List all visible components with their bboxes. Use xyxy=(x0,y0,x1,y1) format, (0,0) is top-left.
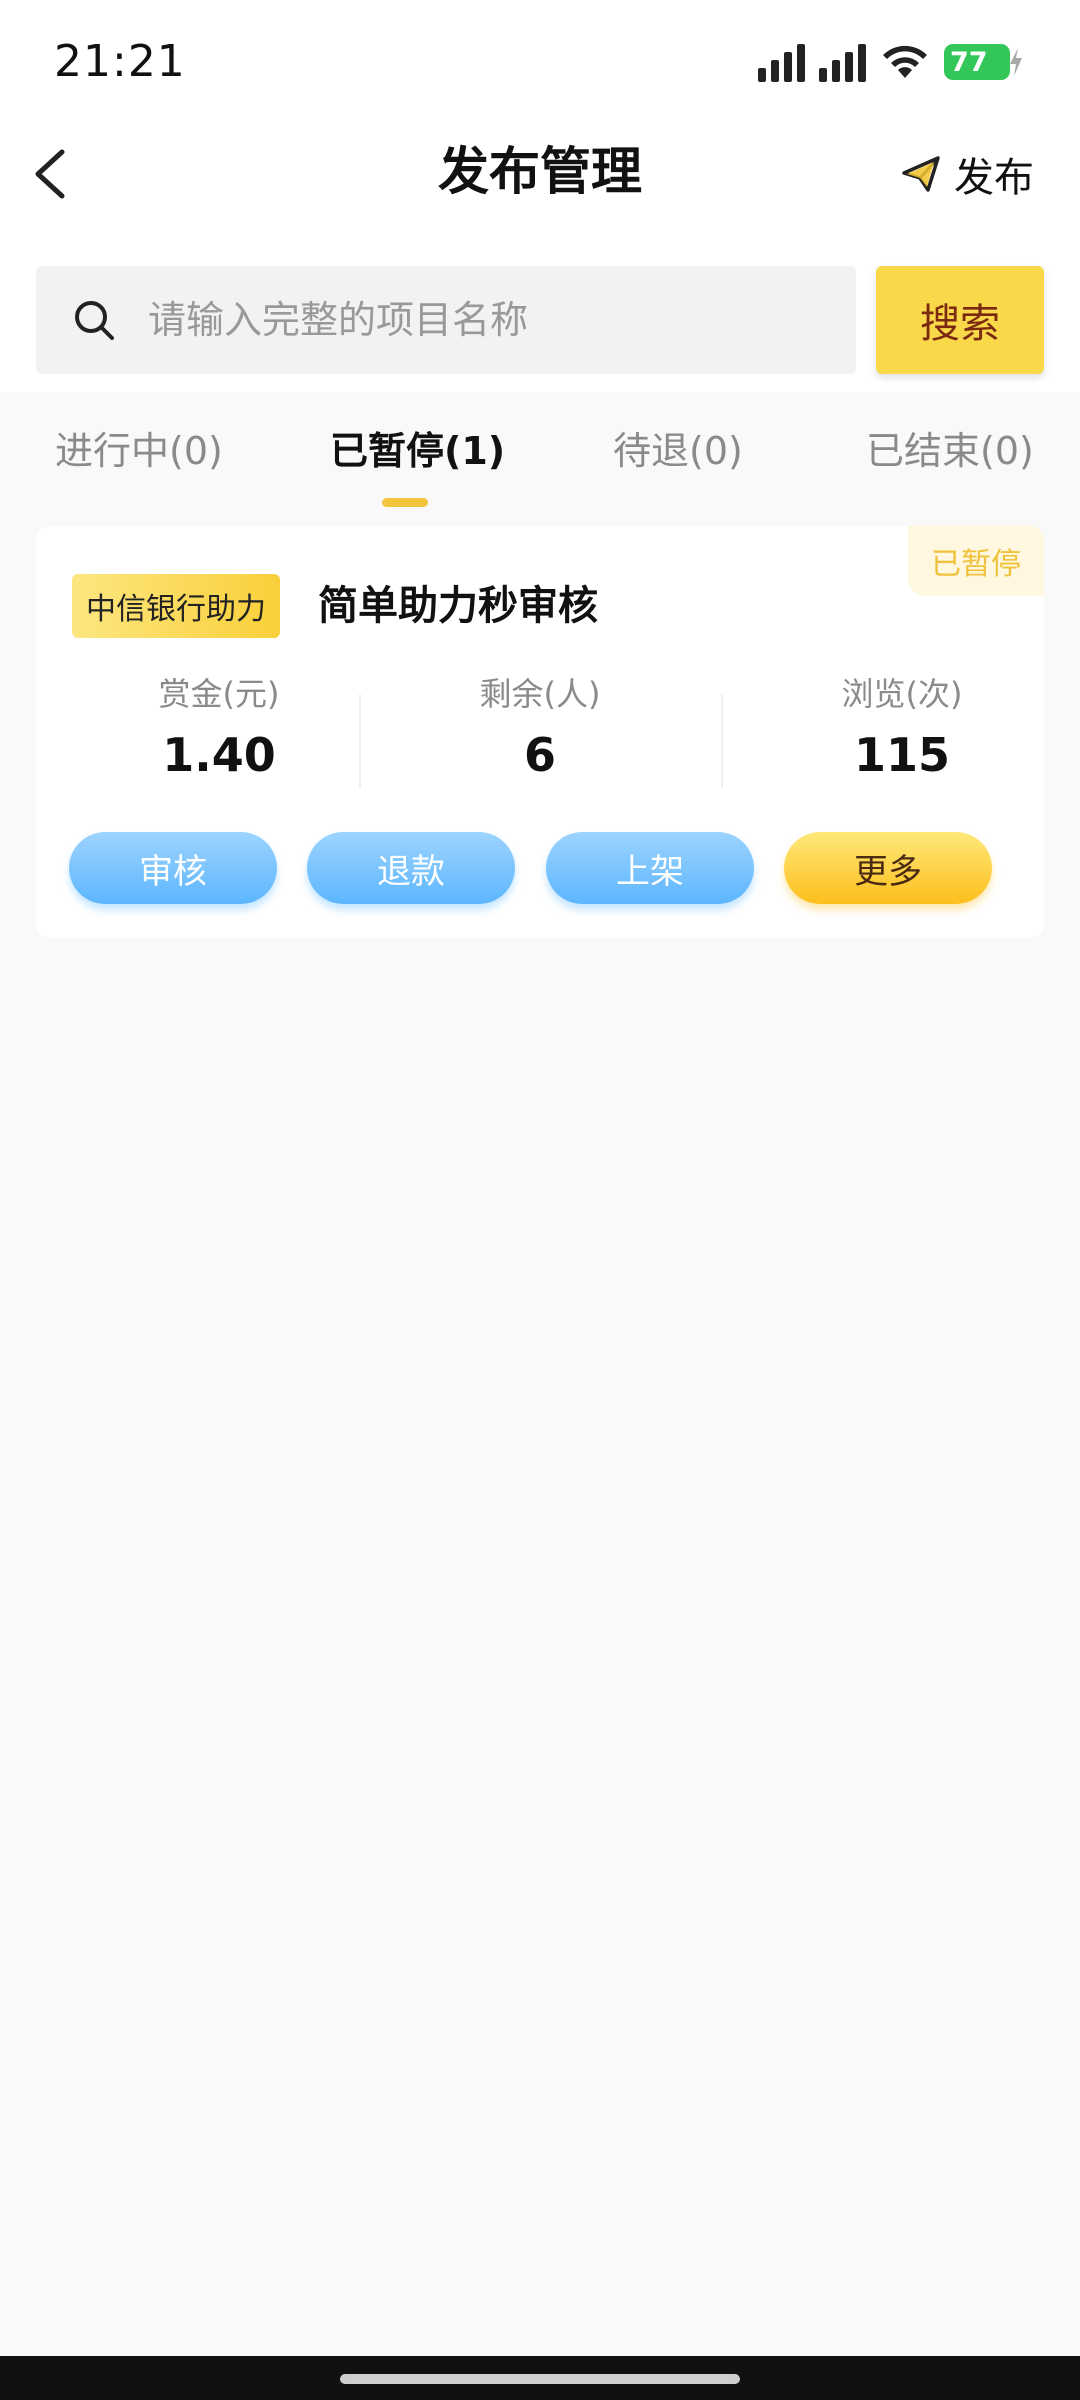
project-card[interactable]: 已暂停 中信银行助力 简单助力秒审核 赏金(元) 1.40 剩余(人) 6 浏览… xyxy=(36,526,1044,938)
publish-button[interactable]: 发布 xyxy=(900,144,1034,204)
signal-icon xyxy=(758,42,805,82)
action-row: 审核 退款 上架 更多 xyxy=(36,832,1044,912)
status-bar: 21:21 77 xyxy=(0,0,1080,120)
search-box xyxy=(36,266,856,374)
status-time: 21:21 xyxy=(54,36,186,87)
stat-views: 浏览(次) 115 xyxy=(772,672,1032,788)
tab-in-progress[interactable]: 进行中(0) xyxy=(55,420,223,475)
stat-label: 浏览(次) xyxy=(841,675,963,713)
status-badge: 已暂停 xyxy=(908,526,1044,596)
more-button[interactable]: 更多 xyxy=(784,832,992,904)
tab-bar: 进行中(0) 已暂停(1) 待退(0) 已结束(0) xyxy=(0,420,1080,520)
divider xyxy=(721,694,723,788)
header: 发布管理 发布 xyxy=(0,122,1080,226)
home-indicator[interactable] xyxy=(340,2374,740,2384)
signal-icon-2 xyxy=(819,42,866,82)
review-button[interactable]: 审核 xyxy=(69,832,277,904)
stat-value: 1.40 xyxy=(162,728,276,782)
search-icon xyxy=(75,301,114,340)
stat-remaining: 剩余(人) 6 xyxy=(410,672,670,788)
search-input[interactable] xyxy=(146,297,790,343)
stat-reward: 赏金(元) 1.40 xyxy=(89,672,349,788)
status-icons: 77 xyxy=(758,38,1022,86)
charging-icon xyxy=(1010,48,1022,76)
stat-value: 115 xyxy=(853,728,951,782)
stat-label: 赏金(元) xyxy=(158,675,280,713)
tab-ended[interactable]: 已结束(0) xyxy=(866,420,1034,475)
tab-paused[interactable]: 已暂停(1) xyxy=(330,420,505,475)
paper-plane-icon xyxy=(902,156,940,192)
search-button[interactable]: 搜索 xyxy=(876,266,1044,374)
stats-row: 赏金(元) 1.40 剩余(人) 6 浏览(次) 115 xyxy=(36,672,1044,792)
publish-label: 发布 xyxy=(954,155,1034,201)
battery-icon: 77 xyxy=(944,44,1022,80)
tab-pending-refund[interactable]: 待退(0) xyxy=(613,420,743,475)
wifi-icon xyxy=(883,45,927,78)
stat-value: 6 xyxy=(523,728,556,782)
project-tag: 中信银行助力 xyxy=(72,574,280,638)
refund-button[interactable]: 退款 xyxy=(307,832,515,904)
list-button[interactable]: 上架 xyxy=(546,832,754,904)
divider xyxy=(359,694,361,788)
active-tab-indicator xyxy=(382,498,428,507)
battery-level: 77 xyxy=(950,46,988,78)
bottom-bar xyxy=(0,2356,1080,2400)
project-title: 简单助力秒审核 xyxy=(318,583,598,629)
stat-label: 剩余(人) xyxy=(479,675,601,713)
